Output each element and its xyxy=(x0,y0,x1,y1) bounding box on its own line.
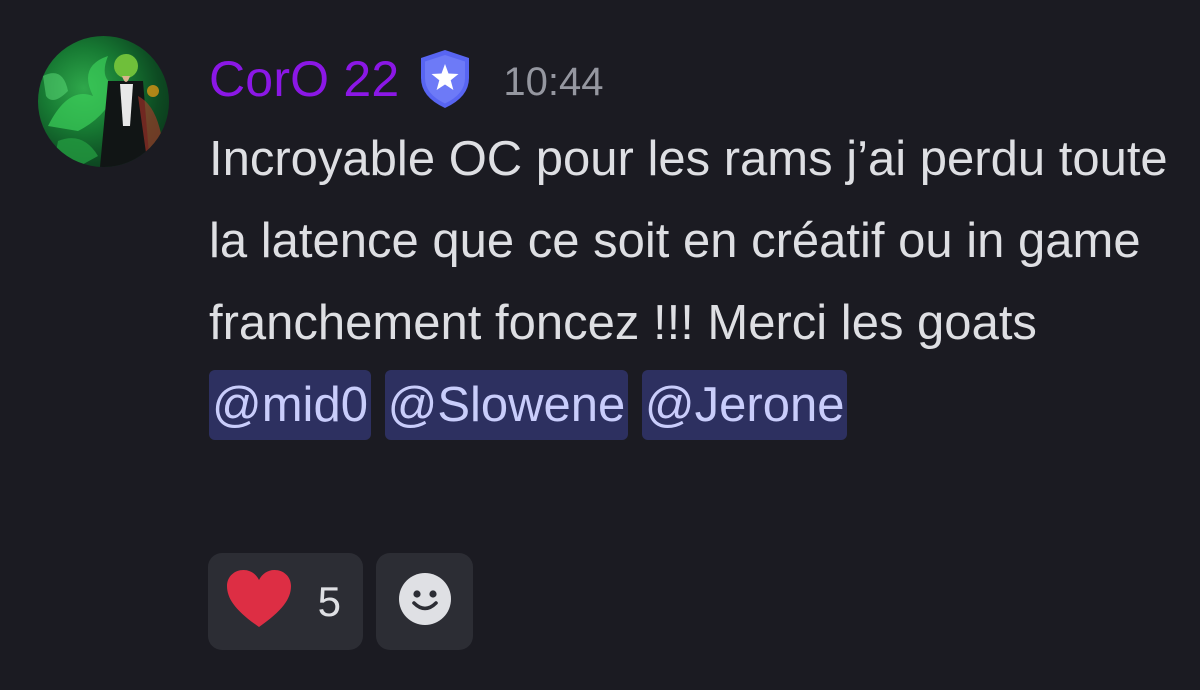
message-text-space xyxy=(628,378,642,432)
heart-reaction-button[interactable]: 5 xyxy=(208,553,363,650)
message-text-space xyxy=(371,378,385,432)
message-content: Incroyable OC pour les rams j’ai perdu t… xyxy=(209,118,1179,446)
green-dragon-avatar-image xyxy=(43,54,169,167)
add-reaction-button[interactable] xyxy=(376,553,473,650)
reaction-count: 5 xyxy=(317,577,341,625)
timestamp[interactable]: 10:44 xyxy=(503,62,603,102)
reactions-bar: 5 xyxy=(208,553,473,650)
shield-star-icon[interactable] xyxy=(413,47,477,111)
message-header: CorO 22 10:44 xyxy=(209,44,603,114)
username[interactable]: CorO 22 xyxy=(209,54,399,104)
chat-message: CorO 22 10:44 Incroyable OC pour les ram… xyxy=(0,0,1200,690)
mention-slowene[interactable]: @Slowene xyxy=(384,370,629,440)
heart-icon xyxy=(226,569,292,634)
avatar[interactable] xyxy=(38,36,169,167)
mention-jerone[interactable]: @Jerone xyxy=(641,370,848,440)
add-reaction-smiley-icon xyxy=(397,571,453,632)
mention-mid0[interactable]: @mid0 xyxy=(209,370,371,440)
message-text: Incroyable OC pour les rams j’ai perdu t… xyxy=(209,132,1168,350)
